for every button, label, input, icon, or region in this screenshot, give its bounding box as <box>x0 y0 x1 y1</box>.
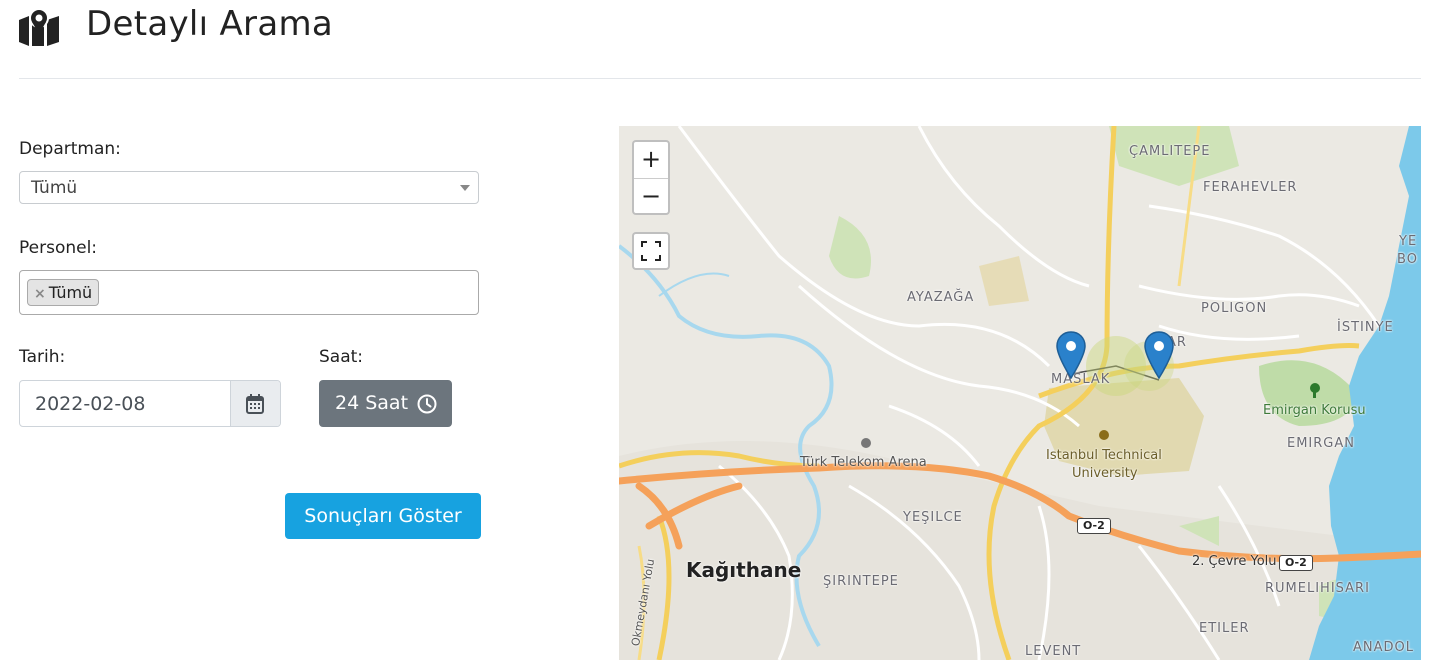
fullscreen-icon <box>641 241 661 261</box>
map-label-ye: YE <box>1399 234 1418 249</box>
personnel-label: Personel: <box>19 238 98 258</box>
map-label-sirintepe: ŞIRINTEPE <box>823 574 899 589</box>
fullscreen-button[interactable] <box>632 232 670 270</box>
date-label: Tarih: <box>19 347 66 367</box>
map-label-levent: LEVENT <box>1025 644 1082 659</box>
calendar-button[interactable] <box>230 381 280 426</box>
page-header: Detaylı Arama <box>19 0 1421 79</box>
map-label-itu: Istanbul Technical <box>1046 448 1162 463</box>
page-title: Detaylı Arama <box>86 4 334 44</box>
date-input[interactable]: 2022-02-08 <box>19 380 281 427</box>
date-value: 2022-02-08 <box>35 393 146 415</box>
show-results-button[interactable]: Sonuçları Göster <box>285 493 481 539</box>
map-label-kagithane: Kağıthane <box>686 558 802 582</box>
map-view[interactable]: ÇAMLITEPE FERAHEVLER YE BO AYAZAĞA POLIG… <box>619 126 1421 660</box>
map-label-poligon: POLIGON <box>1201 301 1268 316</box>
map-label-itu-2: University <box>1072 466 1138 481</box>
road-shield-o2: O-2 <box>1077 518 1111 534</box>
map-label-anadol: ANADOL <box>1353 640 1414 655</box>
map-label-emirgan-korusu: Emirgan Korusu <box>1263 403 1366 418</box>
remove-tag-icon[interactable]: × <box>34 286 46 302</box>
map-label-istinye: İSTINYE <box>1337 320 1394 335</box>
hour-label: Saat: <box>319 347 364 367</box>
clock-icon <box>417 394 437 414</box>
map-label-yesilce: YEŞILCE <box>903 510 963 525</box>
map-label-etiler: ETILER <box>1199 621 1250 636</box>
road-shield-o2: O-2 <box>1279 555 1313 571</box>
map-marker-icon[interactable] <box>1056 331 1086 379</box>
hour-range-button[interactable]: 24 Saat <box>319 380 452 427</box>
zoom-in-button[interactable]: + <box>634 142 668 179</box>
zoom-out-button[interactable]: − <box>634 179 668 215</box>
department-select[interactable]: Tümü <box>19 171 479 204</box>
personnel-tag: × Tümü <box>27 279 100 306</box>
personnel-multiselect[interactable]: × Tümü <box>19 270 479 315</box>
map-label-camlitepe: ÇAMLITEPE <box>1129 144 1211 159</box>
caret-down-icon <box>460 185 470 191</box>
map-label-bo: BO <box>1397 252 1418 267</box>
calendar-icon <box>246 394 264 414</box>
map-label-arena: Türk Telekom Arena <box>800 455 927 470</box>
hour-range-label: 24 Saat <box>335 392 409 414</box>
map-label-rumelihisari: RUMELIHISARI <box>1265 581 1370 596</box>
department-label: Departman: <box>19 139 121 159</box>
map-label-ferahevler: FERAHEVLER <box>1203 180 1298 195</box>
department-selected-value: Tümü <box>31 178 78 198</box>
map-marked-icon <box>19 8 59 46</box>
map-marker-icon[interactable] <box>1144 331 1174 379</box>
map-label-cevre-yolu: 2. Çevre Yolu <box>1192 554 1277 569</box>
map-label-emirgan: EMIRGAN <box>1287 436 1355 451</box>
personnel-tag-label: Tümü <box>48 283 93 302</box>
map-label-ayazaga: AYAZAĞA <box>907 290 975 305</box>
zoom-control: + − <box>632 140 670 215</box>
